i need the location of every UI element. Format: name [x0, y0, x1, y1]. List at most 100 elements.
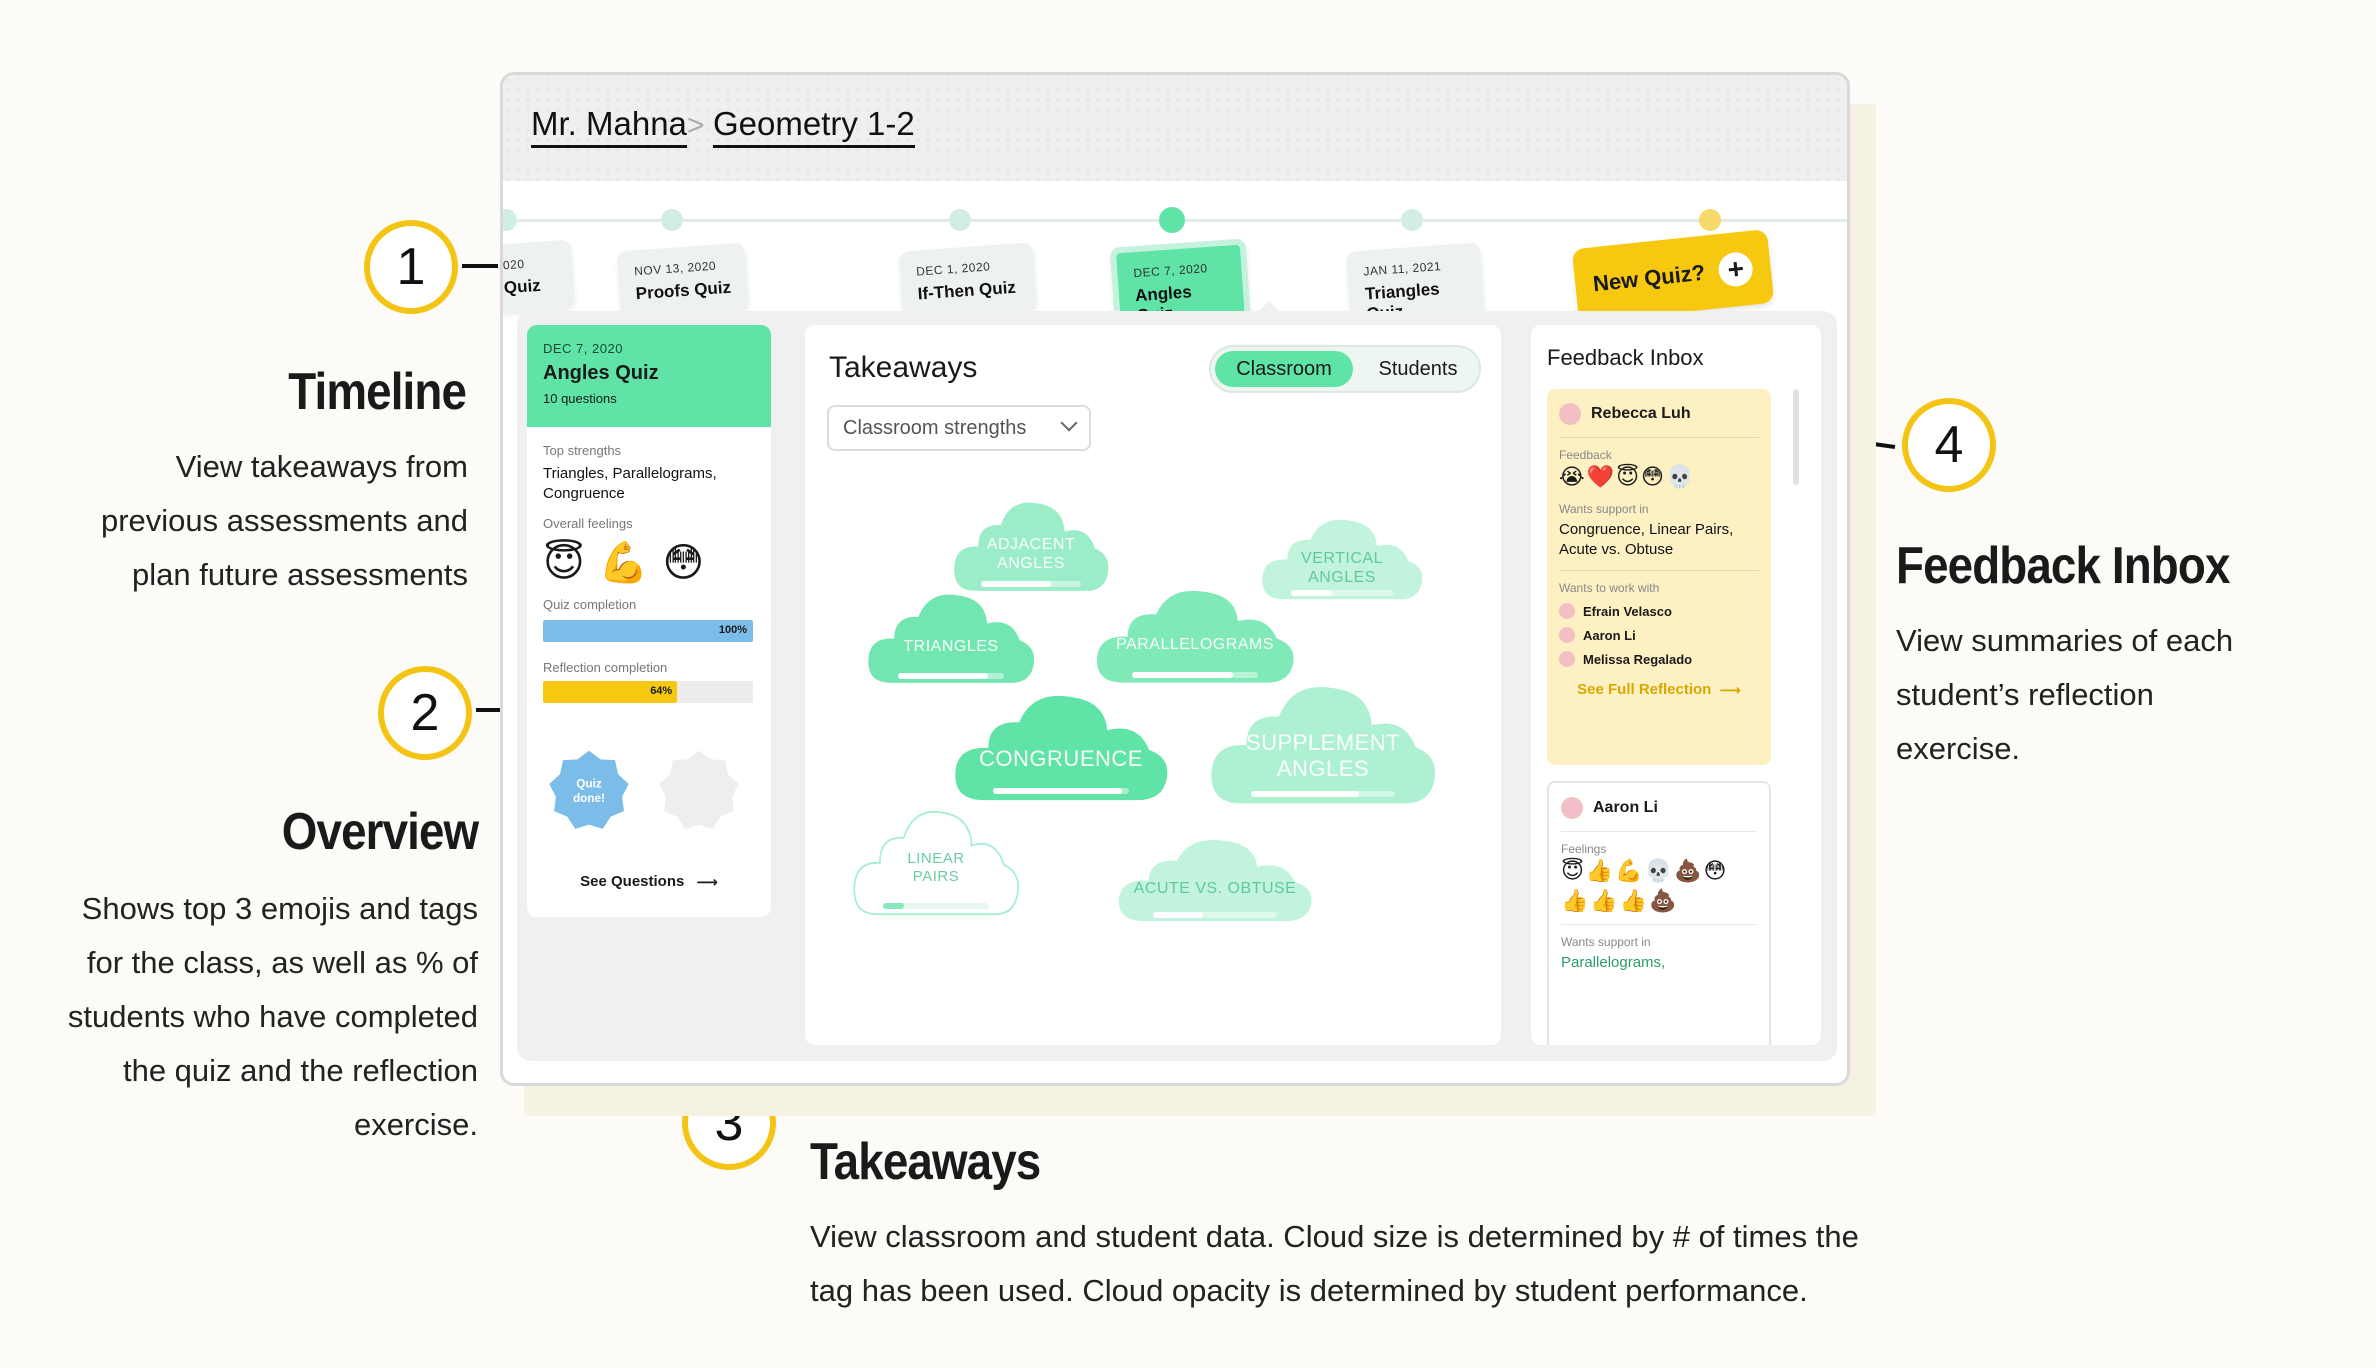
annotation-number-1: 1: [364, 220, 458, 314]
annotation-title-timeline: Timeline: [288, 363, 467, 421]
annotation-desc-takeaways: View classroom and student data. Cloud s…: [810, 1219, 1859, 1308]
cloud-progress-track: [1251, 790, 1395, 797]
cloud-label: PARALLELOGRAMS: [1116, 636, 1274, 653]
cloud-label: SUPPLEMENT: [1245, 729, 1401, 755]
cloud-label: PAIRS: [912, 868, 960, 886]
cloud-progress-fill: [992, 788, 1123, 795]
top-strengths-label: Top strengths: [543, 443, 622, 458]
timeline-dot-new[interactable]: [1699, 209, 1721, 231]
support-label: Wants support in: [1559, 502, 1649, 516]
avatar: [1559, 603, 1575, 619]
cloud-label: VERTICAL: [1301, 550, 1383, 567]
cloud-label: ANGLES: [997, 555, 1065, 572]
reflection-completion-label: Reflection completion: [543, 660, 668, 675]
see-questions-link[interactable]: See Questions ⟶: [527, 873, 771, 891]
annotation-leader-1: [462, 264, 498, 268]
timeline-quiz-card[interactable]: DEC 1, 2020 If-Then Quiz: [898, 242, 1038, 320]
quiz-completion-percent: 100%: [718, 624, 747, 636]
feeling-emoji: 😳: [662, 541, 705, 585]
feedback-entry[interactable]: Aaron Li Feelings 😇👍💪💀💩😳 👍👍👍💩 Wants supp…: [1547, 781, 1771, 1045]
tag-cloud[interactable]: ACUTE VS. OBTUSE: [1115, 833, 1315, 925]
cloud-label: TRIANGLES: [903, 638, 999, 655]
cloud-label: ADJACENT: [986, 536, 1076, 553]
feedback-entry[interactable]: Rebecca Luh Feedback 😭❤️😇😳💀 Wants suppor…: [1547, 389, 1771, 765]
annotation-number-2: 2: [378, 666, 472, 760]
student-name: Rebecca Luh: [1559, 403, 1759, 425]
svg-text:Quiz: Quiz: [576, 778, 602, 791]
takeaways-title: Takeaways: [829, 351, 978, 384]
cloud-progress-fill: [1153, 912, 1203, 919]
tag-cloud[interactable]: PARALLELOGRAMS: [1093, 583, 1297, 687]
support-label: Wants support in: [1561, 935, 1651, 949]
timeline-quiz-card[interactable]: , 2020 s Quiz: [500, 239, 576, 315]
cloud-progress-track: [992, 788, 1130, 795]
tag-cloud[interactable]: CONGRUENCE: [951, 687, 1171, 805]
view-toggle: Classroom Students: [1209, 345, 1481, 393]
tag-cloud[interactable]: SUPPLEMENT ANGLES: [1207, 677, 1439, 809]
cloud-progress-track: [1290, 590, 1394, 597]
quiz-completion-bar: 100%: [543, 620, 753, 642]
timeline-dot[interactable]: [503, 209, 517, 231]
annotation-title-feedback-inbox: Feedback Inbox: [1896, 537, 2230, 595]
breadcrumb-teacher[interactable]: Mr. Mahna: [531, 105, 687, 148]
cloud-progress-track: [897, 673, 1005, 679]
quiz-name: s Quiz: [503, 275, 542, 299]
quiz-date: JAN 11, 2021: [1363, 259, 1442, 279]
strengths-select[interactable]: Classroom strengths: [827, 405, 1091, 451]
overview-question-count: 10 questions: [543, 391, 617, 406]
work-with-label: Wants to work with: [1559, 581, 1660, 595]
cloud-progress-fill: [897, 673, 989, 679]
timeline-dot[interactable]: [661, 209, 683, 231]
select-value: Classroom strengths: [843, 417, 1027, 439]
toggle-classroom[interactable]: Classroom: [1215, 351, 1353, 387]
quiz-completion-label: Quiz completion: [543, 597, 637, 612]
cloud-progress-track: [883, 902, 989, 909]
support-value: Congruence, Linear Pairs, Acute vs. Obtu…: [1559, 521, 1734, 558]
quiz-name: If-Then Quiz: [917, 277, 1017, 304]
tag-cloud[interactable]: ADJACENT ANGLES: [951, 495, 1111, 595]
app-window: Mr. Mahna > Geometry 1-2 , 2020 s Quiz N…: [500, 72, 1850, 1086]
see-full-reflection-link[interactable]: See Full Reflection ⟶: [1559, 681, 1759, 699]
timeline-dot[interactable]: [1401, 209, 1423, 231]
breadcrumb-separator: >: [687, 109, 705, 142]
reflection-completion-percent: 64%: [650, 685, 673, 697]
feeling-emoji: 😇: [543, 541, 585, 585]
feeling-emoji: 💪: [598, 541, 649, 585]
annotation-title-overview: Overview: [281, 803, 479, 861]
student-name: Aaron Li: [1561, 797, 1757, 819]
overview-header: DEC 7, 2020 Angles Quiz 10 questions: [527, 325, 771, 427]
feelings-label: Feelings: [1561, 842, 1607, 856]
window-header: Mr. Mahna > Geometry 1-2: [503, 75, 1847, 181]
cloud-label: ACUTE VS. OBTUSE: [1133, 880, 1297, 897]
timeline-dot[interactable]: [949, 209, 971, 231]
cloud-progress-track: [1153, 912, 1277, 919]
quiz-date: , 2020: [500, 256, 525, 274]
svg-text:done!: done!: [573, 792, 605, 805]
reflection-completion-bar: 64%: [543, 681, 753, 703]
tag-cloud[interactable]: LINEAR PAIRS: [851, 803, 1021, 919]
quiz-done-badge: Quiz done!: [549, 750, 629, 829]
overall-feelings-emojis: 😇 💪 😳: [543, 539, 755, 587]
cloud-label: LINEAR: [907, 850, 965, 868]
new-quiz-label: New Quiz?: [1591, 259, 1707, 297]
annotation-title-takeaways: Takeaways: [810, 1133, 1041, 1191]
chevron-down-icon: [1060, 414, 1078, 432]
avatar: [1559, 651, 1575, 667]
new-quiz-button[interactable]: New Quiz? +: [1571, 228, 1775, 324]
tag-cloud[interactable]: TRIANGLES: [865, 587, 1037, 687]
breadcrumb-course[interactable]: Geometry 1-2: [713, 105, 915, 148]
classmate: Efrain Velasco: [1559, 603, 1759, 619]
scrollbar[interactable]: [1793, 389, 1799, 485]
cloud-label: ANGLES: [1276, 755, 1370, 781]
quiz-name: Proofs Quiz: [635, 277, 732, 304]
timeline-dot-active[interactable]: [1159, 207, 1185, 233]
timeline-quiz-card[interactable]: NOV 13, 2020 Proofs Quiz: [616, 242, 750, 320]
overall-feelings-label: Overall feelings: [543, 516, 633, 531]
avatar: [1559, 403, 1581, 425]
toggle-students[interactable]: Students: [1361, 351, 1475, 387]
overview-date: DEC 7, 2020: [543, 341, 623, 356]
annotation-desc-overview: Shows top 3 emojis and tags for the clas…: [67, 891, 478, 1142]
quiz-date: NOV 13, 2020: [633, 258, 717, 279]
feedback-label: Feedback: [1559, 448, 1612, 462]
annotation-number-4: 4: [1902, 398, 1996, 492]
